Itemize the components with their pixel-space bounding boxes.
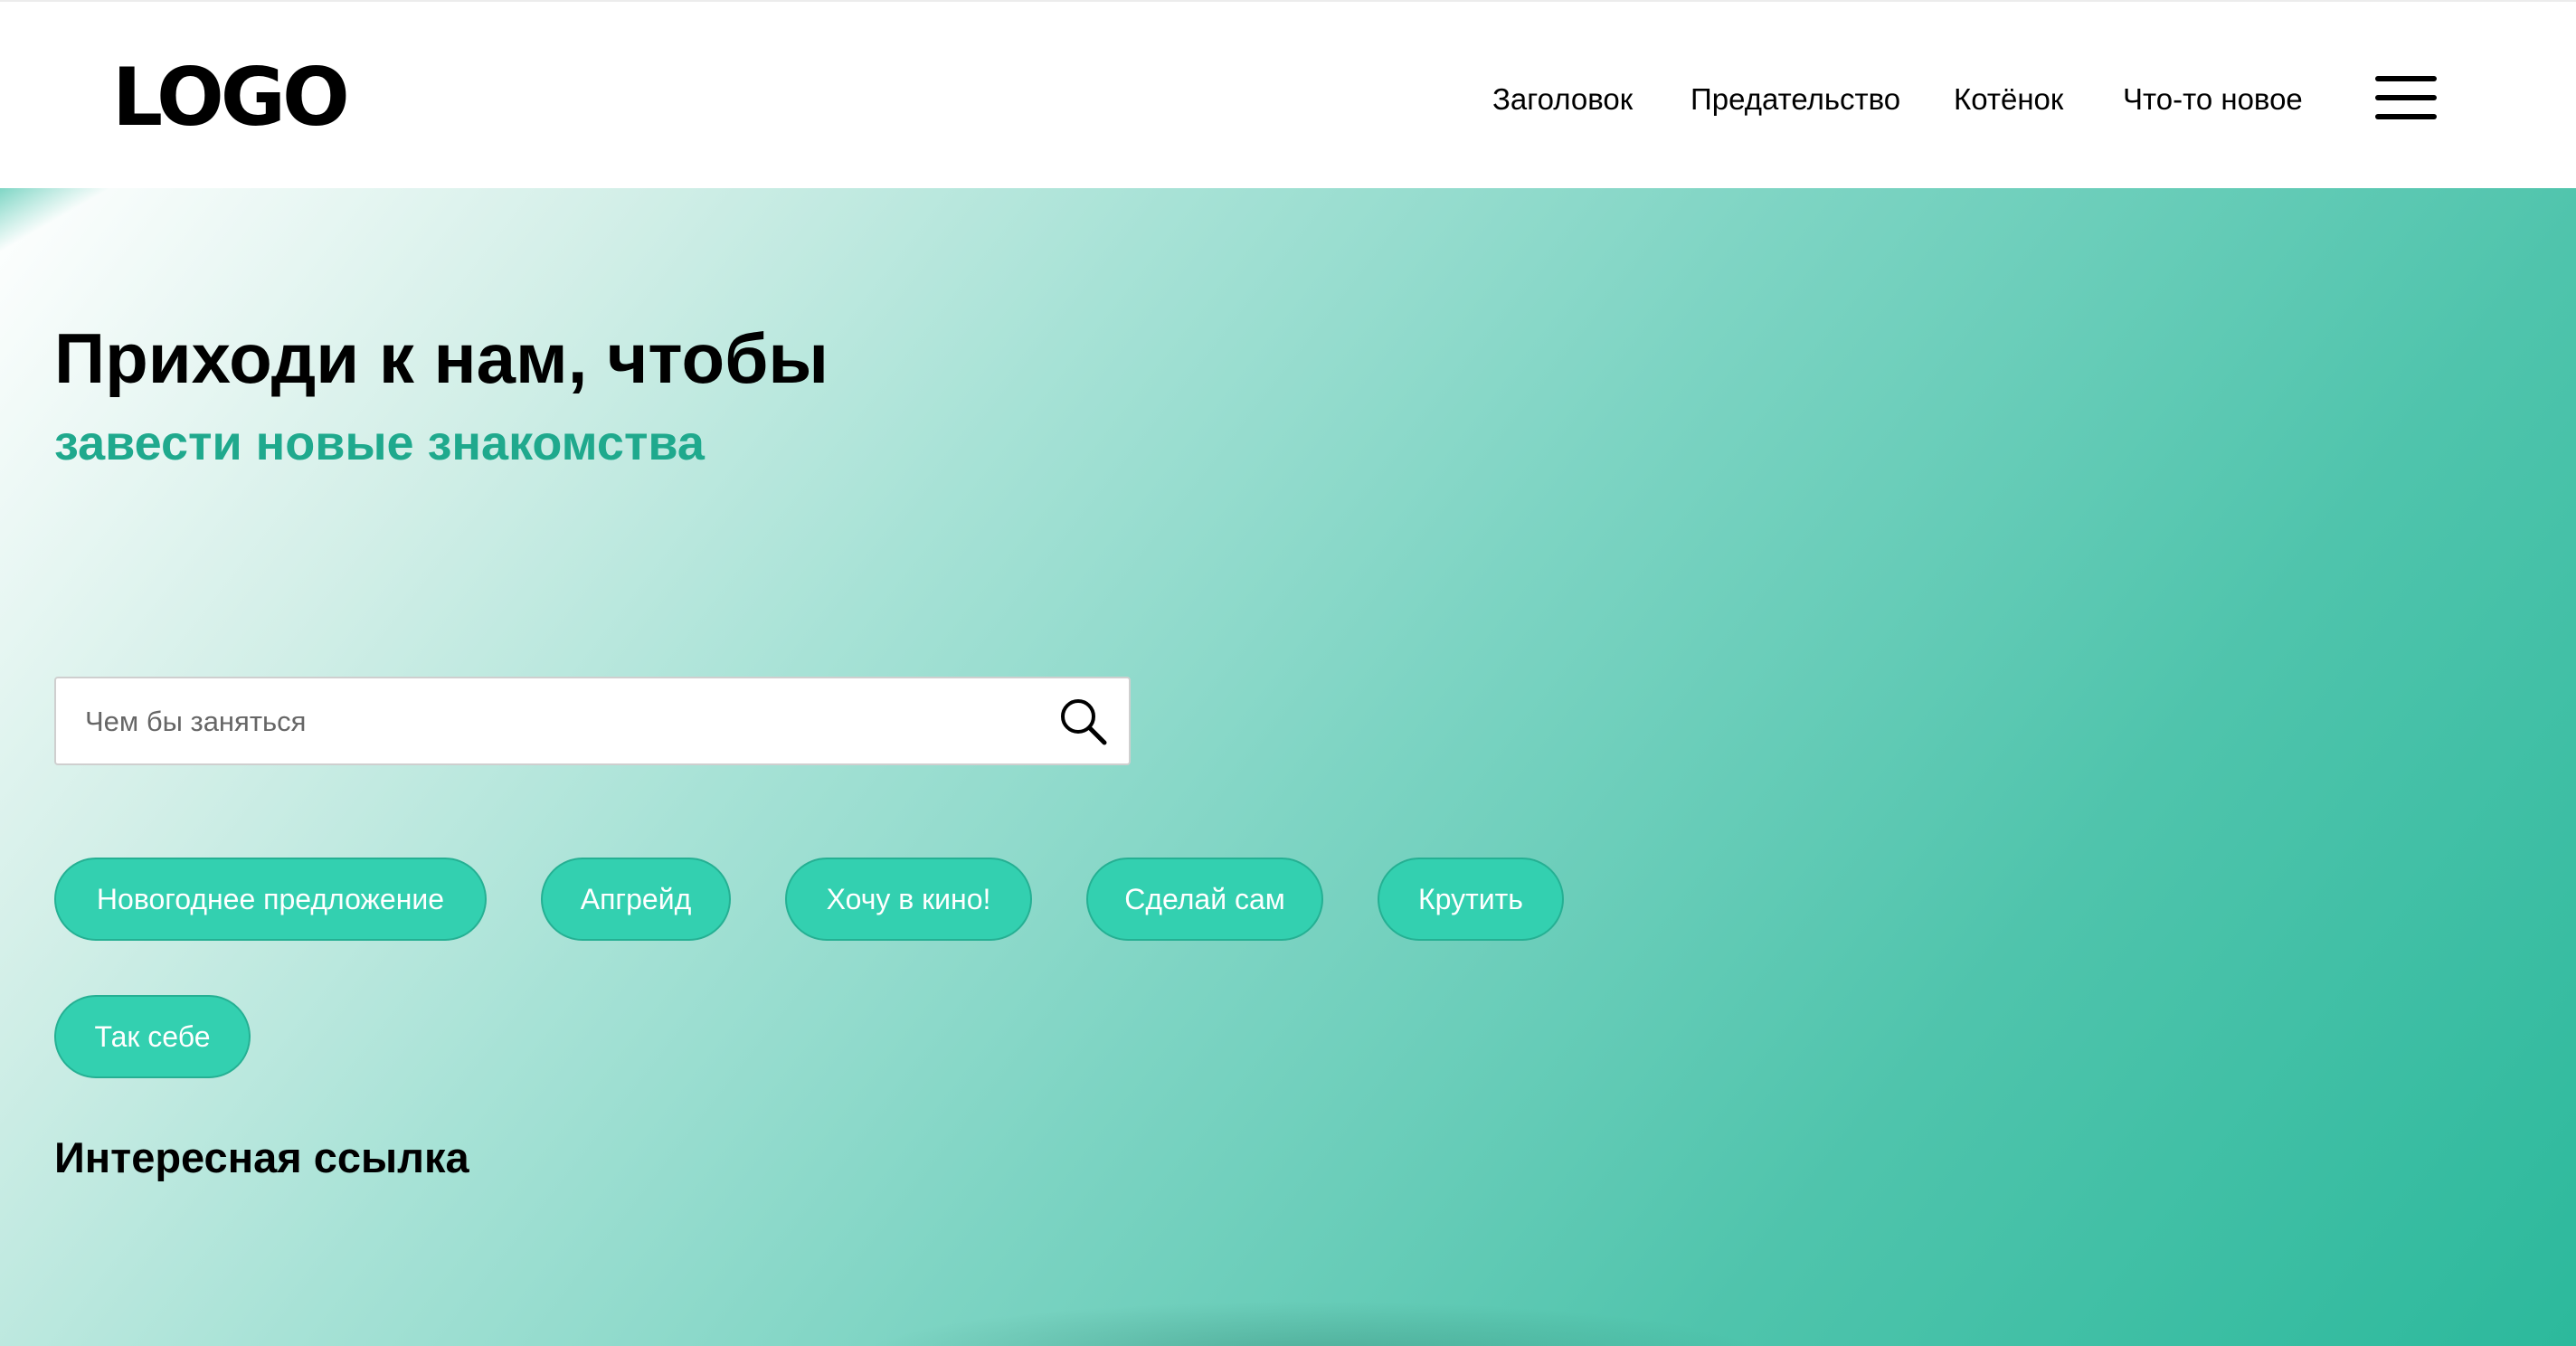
tag-button-spin[interactable]: Крутить (1378, 858, 1564, 941)
tag-button-cinema[interactable]: Хочу в кино! (785, 858, 1032, 941)
hamburger-menu-icon[interactable] (2375, 72, 2437, 123)
main-nav: Заголовок Предательство Котёнок Что-то н… (0, 78, 2576, 121)
search-icon[interactable] (1056, 695, 1109, 747)
site-header: LOGO Заголовок Предательство Котёнок Что… (0, 0, 2576, 188)
interesting-link[interactable]: Интересная ссылка (54, 1129, 469, 1187)
hero-corner-decoration (0, 188, 136, 270)
hero-subtitle: завести новые знакомства (54, 416, 705, 470)
search-box (54, 677, 1131, 765)
nav-item-zagolovok[interactable]: Заголовок (1492, 78, 1633, 121)
tag-button-new-year-offer[interactable]: Новогоднее предложение (54, 858, 487, 941)
hamburger-line (2375, 76, 2437, 81)
hamburger-line (2375, 95, 2437, 100)
nav-item-chto-to-novoe[interactable]: Что-то новое (2123, 78, 2303, 121)
tag-button-so-so[interactable]: Так себе (54, 995, 251, 1078)
tag-button-upgrade[interactable]: Апгрейд (541, 858, 731, 941)
search-input[interactable] (83, 678, 1028, 765)
hero-title: Приходи к нам, чтобы (54, 318, 829, 398)
hero-section: Приходи к нам, чтобы завести новые знако… (0, 188, 2576, 1346)
nav-item-kotenok[interactable]: Котёнок (1954, 78, 2063, 121)
hamburger-line (2375, 114, 2437, 119)
nav-item-predatelstvo[interactable]: Предательство (1690, 78, 1900, 121)
hero-bottom-shadow (859, 1301, 1764, 1346)
tag-button-diy[interactable]: Сделай сам (1086, 858, 1323, 941)
